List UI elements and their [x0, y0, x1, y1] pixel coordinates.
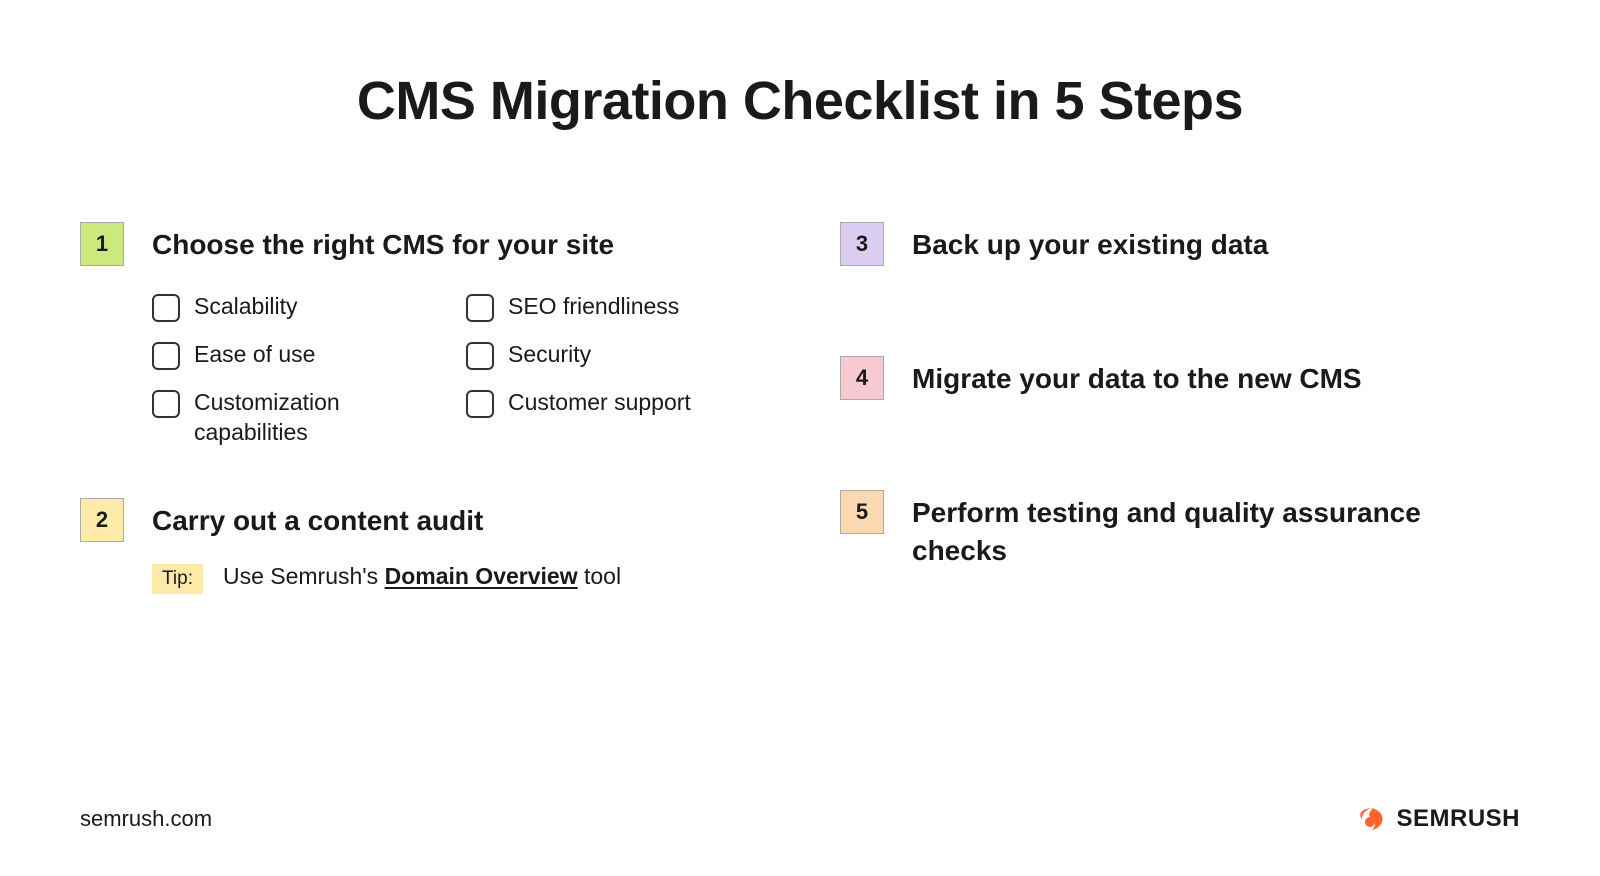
brand-logo: SEMRUSH [1354, 802, 1520, 836]
step-number-2: 2 [80, 498, 124, 542]
check-label: SEO friendliness [508, 292, 679, 322]
check-label: Scalability [194, 292, 298, 322]
step-number-1: 1 [80, 222, 124, 266]
step-5: 5 Perform testing and quality assurance … [840, 490, 1520, 570]
check-label: Customization capabilities [194, 388, 446, 448]
footer: semrush.com SEMRUSH [80, 802, 1520, 836]
step-5-title: Perform testing and quality assurance ch… [912, 494, 1520, 570]
step-1-title: Choose the right CMS for your site [152, 226, 760, 264]
step-2: 2 Carry out a content audit Tip: Use Sem… [80, 498, 760, 595]
tip-prefix: Use Semrush's [223, 563, 385, 589]
step-1-checklist: Scalability SEO friendliness Ease of use [152, 292, 760, 448]
step-3-title: Back up your existing data [912, 226, 1520, 264]
brand-name: SEMRUSH [1396, 805, 1520, 833]
tip-suffix: tool [578, 563, 621, 589]
checkbox-icon[interactable] [466, 342, 494, 370]
step-4-title: Migrate your data to the new CMS [912, 360, 1520, 398]
check-item: SEO friendliness [466, 292, 760, 322]
left-column: 1 Choose the right CMS for your site Sca… [80, 222, 760, 660]
check-item: Security [466, 340, 760, 370]
check-item: Scalability [152, 292, 446, 322]
step-3: 3 Back up your existing data [840, 222, 1520, 266]
step-4: 4 Migrate your data to the new CMS [840, 356, 1520, 400]
tip-text: Use Semrush's Domain Overview tool [223, 563, 621, 590]
right-column: 3 Back up your existing data 4 Migrate y… [840, 222, 1520, 660]
check-label: Ease of use [194, 340, 315, 370]
checkbox-icon[interactable] [152, 294, 180, 322]
checkbox-icon[interactable] [152, 342, 180, 370]
checkbox-icon[interactable] [152, 390, 180, 418]
check-item: Customer support [466, 388, 760, 448]
footer-url: semrush.com [80, 806, 212, 832]
check-label: Security [508, 340, 591, 370]
checkbox-icon[interactable] [466, 390, 494, 418]
page-title: CMS Migration Checklist in 5 Steps [80, 70, 1520, 132]
check-item: Customization capabilities [152, 388, 446, 448]
step-number-3: 3 [840, 222, 884, 266]
step-2-title: Carry out a content audit [152, 502, 760, 540]
check-label: Customer support [508, 388, 691, 418]
step-number-4: 4 [840, 356, 884, 400]
step-2-tip: Tip: Use Semrush's Domain Overview tool [152, 563, 760, 594]
step-number-5: 5 [840, 490, 884, 534]
tip-badge: Tip: [152, 564, 203, 594]
steps-columns: 1 Choose the right CMS for your site Sca… [80, 222, 1520, 660]
checkbox-icon[interactable] [466, 294, 494, 322]
flame-icon [1354, 802, 1388, 836]
tip-link[interactable]: Domain Overview [385, 563, 578, 589]
check-item: Ease of use [152, 340, 446, 370]
step-1: 1 Choose the right CMS for your site Sca… [80, 222, 760, 448]
